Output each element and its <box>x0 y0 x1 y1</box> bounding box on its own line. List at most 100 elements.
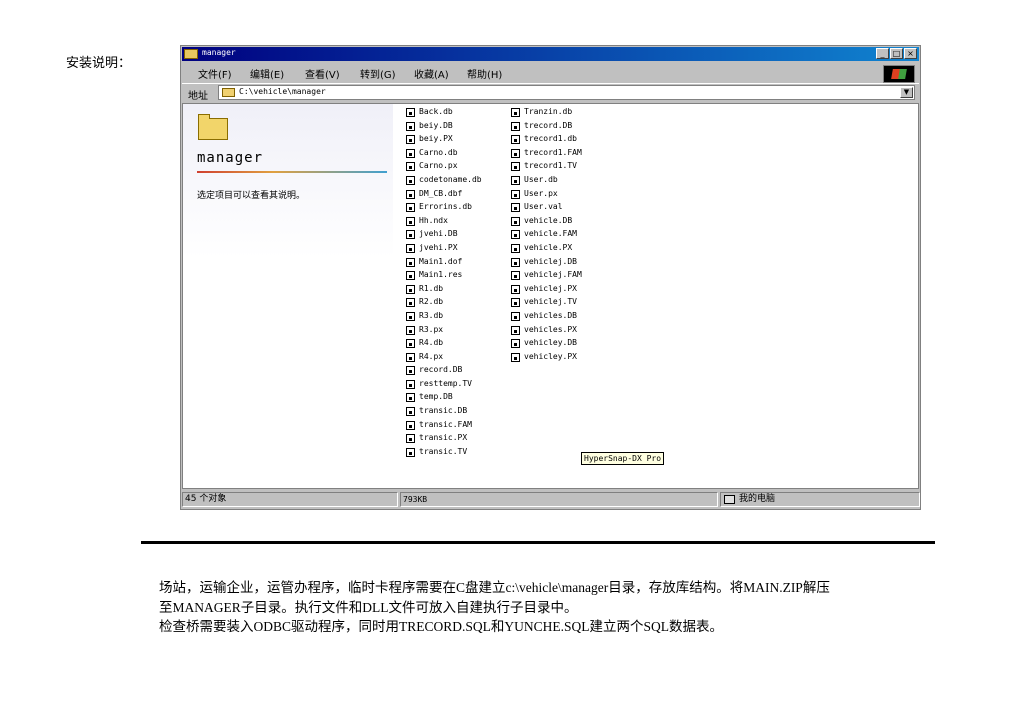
menu-goto[interactable]: 转到(G) <box>360 66 396 81</box>
address-value: C:\vehicle\manager <box>239 87 326 96</box>
file-name: Errorins.db <box>419 202 472 212</box>
file-icon <box>406 243 415 253</box>
file-name: vehicles.DB <box>524 310 577 320</box>
status-location: 我的电脑 <box>720 492 920 507</box>
file-icon <box>406 189 415 199</box>
file-name: Hh.ndx <box>419 215 448 225</box>
file-name: Tranzin.db <box>524 107 573 116</box>
file-icon <box>511 162 520 172</box>
file-icon <box>406 175 415 185</box>
file-name: Main1.dof <box>419 256 463 266</box>
file-name: vehiclej.DB <box>524 256 577 266</box>
file-icon <box>511 135 520 145</box>
file-icon <box>511 189 520 199</box>
file-name: DM_CB.dbf <box>419 188 463 198</box>
menu-edit[interactable]: 编辑(E) <box>250 66 284 81</box>
file-icon <box>406 135 415 145</box>
file-icon <box>511 243 520 253</box>
menu-file[interactable]: 文件(F) <box>198 66 232 81</box>
file-icon <box>511 216 520 226</box>
file-icon <box>406 434 415 444</box>
file-name: User.px <box>524 188 558 198</box>
paragraph-line-1: 场站，运输企业，运管办程序，临时卡程序需要在C盘建立c:\vehicle\man… <box>159 580 830 595</box>
file-icon <box>511 175 520 185</box>
file-name: transic.TV <box>419 446 468 456</box>
window-title: manager <box>202 48 236 57</box>
file-name: R4.px <box>419 351 444 361</box>
menu-bar: 文件(F) 编辑(E) 查看(V) 转到(G) 收藏(A) 帮助(H) <box>182 62 919 83</box>
folder-icon <box>222 88 235 97</box>
file-icon <box>406 298 415 308</box>
file-name: trecord1.db <box>524 134 577 144</box>
file-name: vehiclej.TV <box>524 297 577 307</box>
hint-text: 选定项目可以查看其说明。 <box>197 191 306 201</box>
file-name: resttemp.TV <box>419 378 472 388</box>
doc-label: 安装说明： <box>66 56 132 71</box>
file-name: beiy.DB <box>419 120 453 130</box>
file-icon <box>511 298 520 308</box>
menu-help[interactable]: 帮助(H) <box>467 66 502 81</box>
folder-icon <box>184 49 198 59</box>
file-name: trecord1.TV <box>524 161 577 171</box>
file-name: temp.DB <box>419 392 453 402</box>
file-icon <box>406 162 415 172</box>
file-name: User.db <box>524 174 558 184</box>
title-bar[interactable]: manager _ □ × <box>182 47 919 61</box>
file-icon <box>511 230 520 240</box>
file-name: Carno.db <box>419 147 458 157</box>
file-name: R2.db <box>419 297 444 307</box>
status-count: 45 个对象 <box>182 492 398 507</box>
file-name: jvehi.PX <box>419 242 458 252</box>
file-name: R1.db <box>419 283 444 293</box>
file-icon <box>511 352 520 362</box>
paragraph-line-3: 检查桥需要装入ODBC驱动程序，同时用TRECORD.SQL和YUNCHE.SQ… <box>159 619 724 634</box>
computer-icon <box>724 495 735 504</box>
file-icon <box>406 393 415 403</box>
address-field[interactable]: C:\vehicle\manager ▼ <box>218 85 915 100</box>
file-name: jvehi.DB <box>419 229 458 239</box>
close-button[interactable]: × <box>904 48 917 59</box>
file-icon <box>406 447 415 457</box>
folder-icon <box>198 114 228 140</box>
file-name: vehicle.PX <box>524 242 573 252</box>
file-icon <box>511 121 520 131</box>
file-name: transic.FAM <box>419 419 472 429</box>
maximize-button[interactable]: □ <box>890 48 903 59</box>
explorer-window: manager _ □ × 文件(F) 编辑(E) 查看(V) 转到(G) 收藏(A… <box>180 45 921 510</box>
file-name: Main1.res <box>419 270 463 280</box>
paragraph-line-2: 至MANAGER子目录。执行文件和DLL文件可放入自建执行子目录中。 <box>159 600 578 615</box>
file-icon <box>406 325 415 335</box>
folder-content: manager 选定项目可以查看其说明。 Back.db beiy.DB beiy.… <box>182 103 919 489</box>
file-icon <box>406 121 415 131</box>
file-icon <box>511 311 520 321</box>
tooltip: HyperSnap-DX Pro <box>581 452 665 465</box>
file-name: Back.db <box>419 107 453 116</box>
file-name: User.val <box>524 202 563 212</box>
file-icon <box>406 230 415 240</box>
file-icon <box>511 148 520 158</box>
separator-line <box>141 541 935 544</box>
file-icon <box>406 311 415 321</box>
file-icon <box>511 339 520 349</box>
file-icon <box>406 339 415 349</box>
chevron-down-icon[interactable]: ▼ <box>900 87 913 98</box>
file-icon <box>406 366 415 376</box>
menu-view[interactable]: 查看(V) <box>305 66 340 81</box>
folder-title: manager <box>197 150 264 166</box>
file-icon <box>406 108 415 117</box>
minimize-button[interactable]: _ <box>876 48 889 59</box>
file-name: Carno.px <box>419 161 458 171</box>
file-icon <box>406 203 415 213</box>
file-icon <box>406 407 415 417</box>
file-name: vehiclej.PX <box>524 283 577 293</box>
file-name: vehicle.FAM <box>524 229 577 239</box>
file-icon <box>406 148 415 158</box>
status-size: 793KB <box>400 492 718 507</box>
file-name: beiy.PX <box>419 134 453 144</box>
address-label: 地址 <box>188 91 208 102</box>
menu-favorites[interactable]: 收藏(A) <box>414 66 449 81</box>
file-icon <box>406 420 415 430</box>
status-bar: 45 个对象 793KB 我的电脑 <box>182 491 920 508</box>
file-name: transic.DB <box>419 406 468 416</box>
status-location-label: 我的电脑 <box>739 494 776 504</box>
